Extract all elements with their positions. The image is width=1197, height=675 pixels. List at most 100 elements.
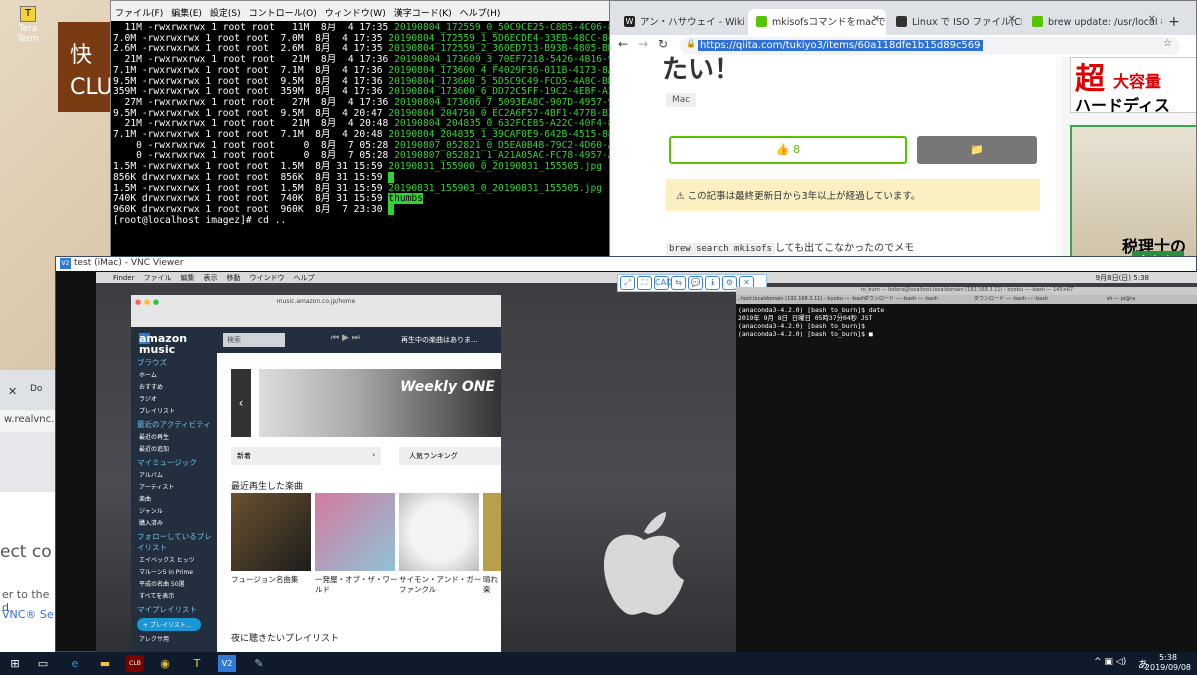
weekly-one-banner[interactable]: Weekly ONE	[259, 369, 501, 437]
nav-item[interactable]: ラジオ	[139, 394, 217, 403]
tag-mac[interactable]: Mac	[666, 93, 697, 107]
tray-icons[interactable]: ^ ▣ ◁)	[1094, 657, 1126, 667]
vnc-toolbar-button[interactable]: ⚙	[722, 276, 737, 290]
vnc-toolbar-button[interactable]: CAD	[654, 276, 672, 290]
nav-item[interactable]: 最近の再生	[139, 432, 217, 441]
teraterm-menu-item[interactable]: 編集(E)	[171, 9, 202, 19]
app-icon[interactable]: CLB	[126, 655, 144, 672]
nav-item[interactable]: 購入済み	[139, 518, 217, 527]
album-ippatsuya[interactable]	[315, 493, 395, 571]
terminal-tab[interactable]: sh — pi@ra	[1066, 296, 1176, 302]
nav-item[interactable]: プレイリスト	[139, 406, 217, 415]
paint-icon[interactable]: ✎	[250, 655, 268, 672]
new-tab-button[interactable]: +	[1168, 14, 1180, 30]
close-tab-icon[interactable]: ✕	[872, 14, 880, 25]
vnc-toolbar-button[interactable]: ⤢	[620, 276, 635, 290]
bg-address[interactable]: w.realvnc.com/	[0, 410, 58, 432]
mac-menu-item[interactable]: ファイル	[144, 274, 172, 282]
background-browser-window[interactable]: ✕ Do w.realvnc.com/ ect co er to the d V…	[0, 370, 58, 652]
mac-terminal-window[interactable]: to_burn — fedora@localhost.localdomain (…	[736, 287, 1197, 653]
amazon-search-input[interactable]: 検索	[223, 333, 285, 347]
chrome-tab-4[interactable]: brew update: /usr/local 権限 ✕	[1024, 9, 1162, 35]
vnc-toolbar-button[interactable]: 💬	[688, 276, 703, 290]
nav-item[interactable]: ホーム	[139, 370, 217, 379]
nav-item[interactable]: 楽曲	[139, 494, 217, 503]
nav-item[interactable]: アーティスト	[139, 482, 217, 491]
terminal-tab[interactable]: ...host.localdomain (192.168.3.11) - byo…	[736, 296, 865, 302]
vnc-taskbar-icon[interactable]: V2	[218, 655, 236, 672]
stock-button[interactable]: 📁	[917, 136, 1037, 164]
teraterm-menu-item[interactable]: 設定(S)	[210, 9, 241, 19]
amazon-music-logo[interactable]: amazon music	[139, 333, 187, 355]
chrome-tab-3[interactable]: Linux で ISO ファイル(CDイメー ✕	[888, 9, 1022, 35]
back-icon[interactable]: ←	[618, 37, 628, 51]
windows-start-icon[interactable]: ⊞	[6, 655, 24, 672]
nav-item[interactable]: エイベックス ヒッツ	[139, 555, 217, 564]
address-bar[interactable]: 🔒 https://qiita.com/tukiyo3/items/60a118…	[680, 37, 1180, 55]
mac-menu-item[interactable]: ヘルプ	[294, 274, 315, 282]
album-simon-garfunkel[interactable]	[399, 493, 479, 571]
pill-new[interactable]: 新着 ›	[231, 447, 381, 465]
vnc-toolbar-button[interactable]: ℹ	[705, 276, 720, 290]
terminal-tab[interactable]: ダウンロード — -bash — -bash	[846, 295, 956, 302]
nav-item[interactable]: すべてを表示	[139, 591, 217, 600]
teraterm-menu-item[interactable]: ヘルプ(H)	[460, 9, 501, 19]
like-button[interactable]: 👍 8	[669, 136, 907, 164]
new-playlist-button[interactable]: + プレイリスト...	[137, 618, 201, 631]
taskbar-clock[interactable]: 5:38 2019/09/08	[1145, 653, 1191, 673]
album-hare[interactable]	[483, 493, 501, 571]
teraterm-menu-item[interactable]: ウィンドウ(W)	[325, 9, 386, 19]
nav-item[interactable]: アルバム	[139, 470, 217, 479]
teraterm-desktop-icon[interactable]: T Tera Term	[8, 6, 48, 44]
ad-banner-2[interactable]: 税理士の イノベー	[1070, 125, 1196, 261]
mac-menu-item[interactable]: 編集	[181, 274, 195, 282]
album-caption[interactable]: サイモン・アンド・ガーファンクル	[399, 575, 483, 595]
terminal-tab[interactable]: ダウンロード — -bash — -bash	[956, 295, 1066, 302]
nav-item[interactable]: 平成の名曲 50選	[139, 579, 217, 588]
nav-item[interactable]: マルーン5 in Prime	[139, 567, 217, 576]
nav-item[interactable]: ジャンル	[139, 506, 217, 515]
vnc-toolbar-button[interactable]: ⇆	[671, 276, 686, 290]
teraterm-terminal[interactable]: 11M -rwxrwxrwx 1 root root 11M 8月 4 17:3…	[113, 23, 609, 259]
nav-item[interactable]: おすすめ	[139, 382, 217, 391]
chrome-window[interactable]: W アン・ハサウェイ - Wikipedia mkisofsコマンドをmacでも…	[609, 0, 1197, 264]
close-tab-icon[interactable]: ✕	[1148, 14, 1156, 25]
amazon-music-window[interactable]: ● ● ● music.amazon.co.jp/home amazon mus…	[131, 295, 501, 653]
nav-item[interactable]: アレクサ用	[139, 634, 217, 643]
terminal-output[interactable]: (anaconda3-4.2.0) [bash to_burn]$ date 20…	[736, 304, 1197, 340]
forward-icon[interactable]: →	[638, 37, 648, 51]
explorer-icon[interactable]: ▬	[96, 655, 114, 672]
player-controls[interactable]: ⏮ ▶ ⏭	[331, 333, 360, 343]
bookmark-star-icon[interactable]: ☆	[1163, 38, 1172, 49]
safari-url[interactable]: music.amazon.co.jp/home	[131, 298, 501, 305]
teraterm-menu-item[interactable]: コントロール(O)	[249, 9, 317, 19]
pill-ranking[interactable]: 人気ランキング	[399, 447, 501, 465]
mac-menu-item[interactable]: 表示	[204, 274, 218, 282]
edge-icon[interactable]: e	[66, 655, 84, 672]
mac-menu-item[interactable]: 移動	[227, 274, 241, 282]
teraterm-menu-item[interactable]: ファイル(F)	[115, 9, 163, 19]
close-icon[interactable]: ✕	[8, 385, 17, 398]
remote-mac-desktop[interactable]: Finder ファイル 編集 表示 移動 ウインドウ ヘルプ 9月8日(日) 5:38 ⤢ ⛶…	[96, 272, 1197, 653]
task-view-icon[interactable]: ▭	[34, 655, 52, 672]
chrome-icon[interactable]: ◉	[156, 655, 174, 672]
teraterm-taskbar-icon[interactable]: T	[188, 655, 206, 672]
chrome-tab-1[interactable]: W アン・ハサウェイ - Wikipedia	[616, 9, 744, 35]
chrome-tab-2-active[interactable]: mkisofsコマンドをmacでも使い ✕	[748, 9, 886, 35]
mac-menu-item[interactable]: Finder	[113, 274, 135, 282]
bg-text3[interactable]: VNC® Se	[2, 608, 54, 621]
carousel-prev-icon[interactable]: ‹	[231, 369, 251, 437]
nav-item[interactable]: 最近の追加	[139, 444, 217, 453]
teraterm-menu-item[interactable]: 漢字コード(K)	[394, 9, 452, 19]
close-tab-icon[interactable]: ✕	[1008, 14, 1016, 25]
ad-banner-1[interactable]: 超 大容量 ハードディス	[1070, 57, 1196, 113]
teraterm-window[interactable]: ファイル(F) 編集(E) 設定(S) コントロール(O) ウィンドウ(W) 漢字コード(…	[110, 0, 610, 260]
vnc-viewer-window[interactable]: V2 test (iMac) - VNC Viewer Finder ファイル 編集…	[55, 256, 1197, 653]
mac-menu-item[interactable]: ウインドウ	[250, 274, 285, 282]
vnc-toolbar-button[interactable]: ⛶	[637, 276, 652, 290]
album-fusion[interactable]	[231, 493, 311, 571]
album-caption[interactable]: 一発屋・オブ・ザ・ワールド	[315, 575, 399, 595]
album-caption[interactable]: フュージョン名曲集	[231, 575, 315, 585]
bg-tab-label[interactable]: Do	[30, 384, 42, 394]
album-caption[interactable]: 晴れ楽	[483, 575, 501, 595]
